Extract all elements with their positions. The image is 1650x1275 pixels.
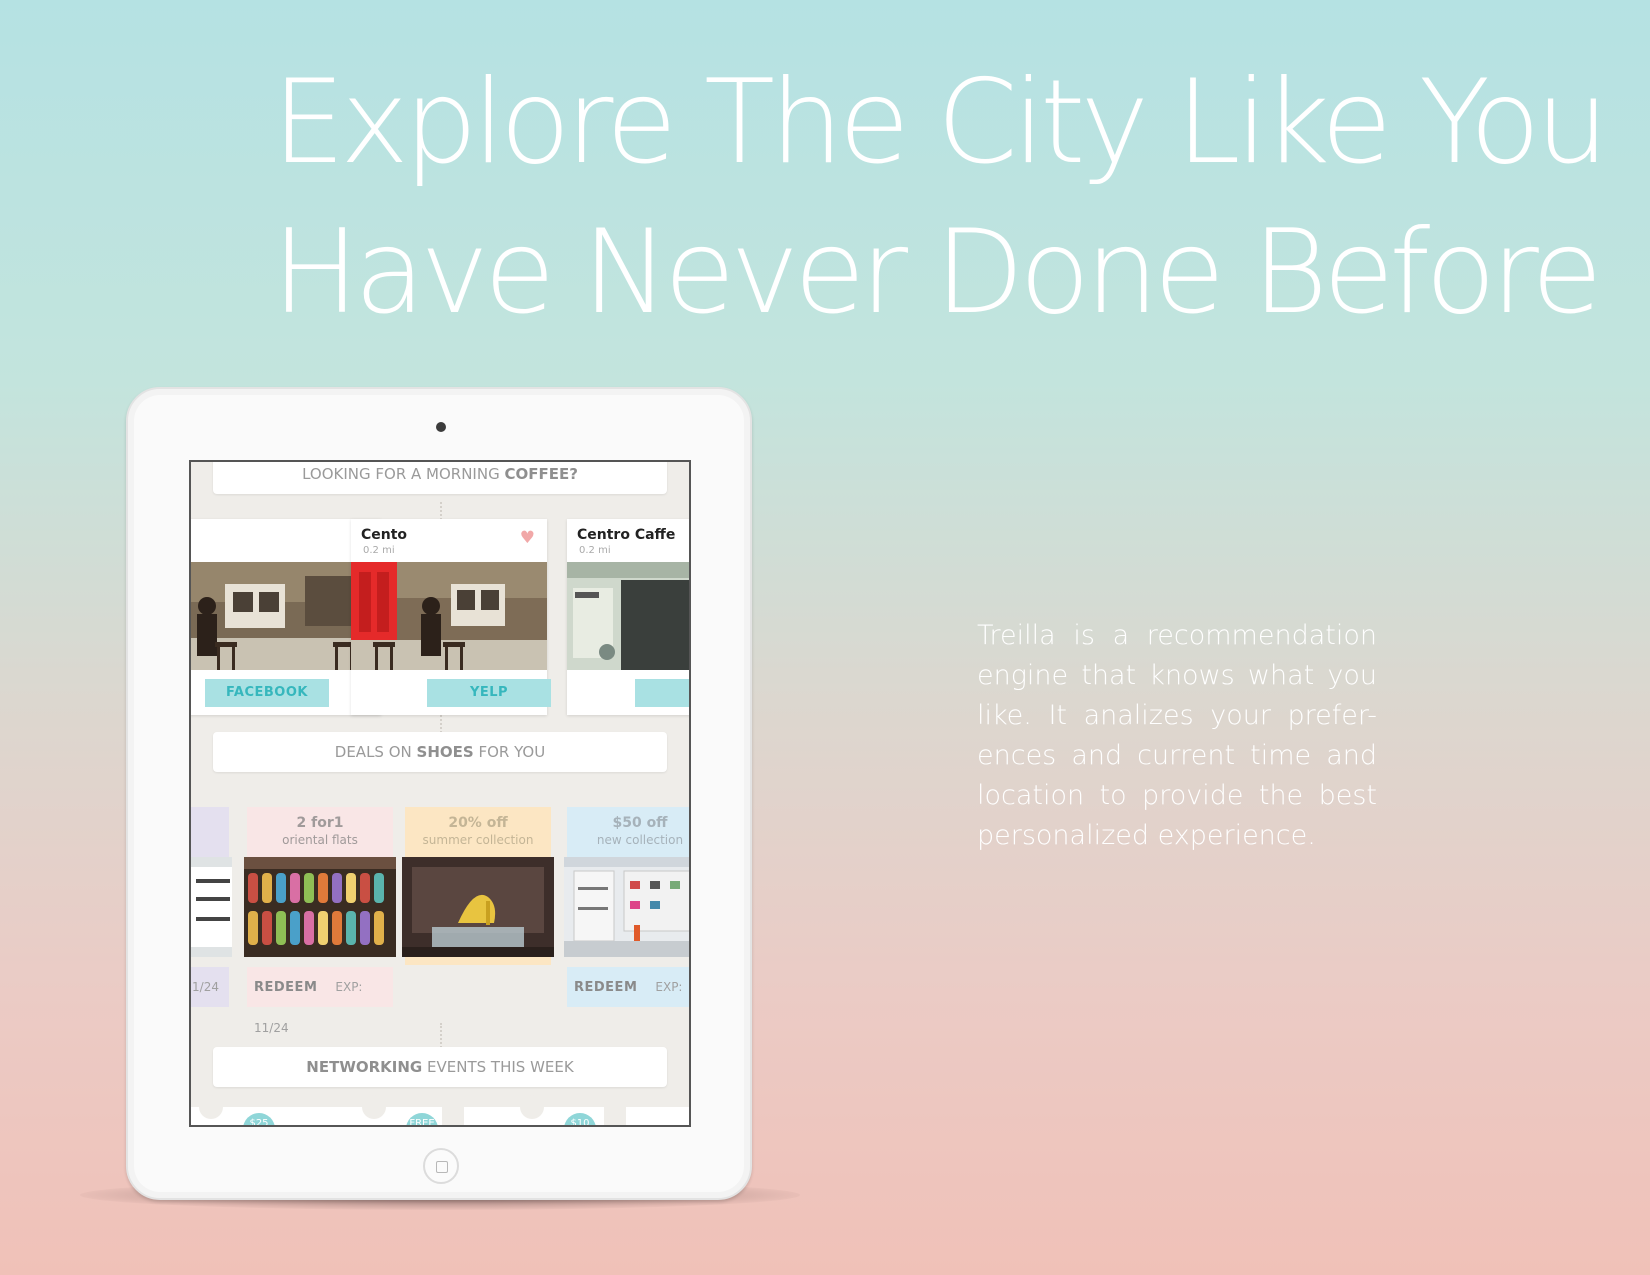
event-price: $10 <box>564 1113 596 1125</box>
section-header-coffee[interactable]: LOOKING FOR A MORNING COFFEE? <box>213 462 667 494</box>
deal-header: 20% off summer collection <box>405 807 551 859</box>
deal-photo <box>191 857 232 957</box>
event-card[interactable]: FREE <box>302 1095 442 1125</box>
place-photo <box>351 562 547 670</box>
home-button[interactable] <box>423 1148 459 1184</box>
place-name: Centro Caffe <box>577 527 676 543</box>
deal-title: 2 for1 <box>296 815 344 831</box>
section-header-text: EVENTS THIS WEEK <box>422 1058 574 1076</box>
app-screen: LOOKING FOR A MORNING COFFEE? ♥ <box>189 460 691 1127</box>
deal-title: $50 off <box>612 815 668 831</box>
section-header-networking[interactable]: NETWORKING EVENTS THIS WEEK <box>213 1047 667 1087</box>
deal-expiry: EXP: <box>655 980 683 994</box>
deal-footer: REDEEM EXP: 11/24 <box>247 967 393 1035</box>
place-distance: 0.2 mi <box>363 545 395 556</box>
deal-card[interactable]: $50 off new collection REDEEM EXP: <box>564 807 689 1013</box>
place-card-centro-caffe[interactable]: Centro Caffe 0.2 mi <box>567 519 689 715</box>
ticket-notch <box>199 1095 223 1119</box>
deal-header <box>191 807 229 859</box>
deal-expiry: 11/24 <box>191 980 219 994</box>
deal-photo <box>402 857 554 957</box>
source-tag-yelp[interactable]: YELP <box>427 679 551 707</box>
deal-subtitle: summer collection <box>422 833 534 847</box>
event-card[interactable] <box>626 1107 689 1125</box>
section-header-emphasis: COFFEE? <box>504 465 578 483</box>
deal-subtitle: oriental flats <box>282 833 358 847</box>
heart-icon[interactable]: ♥ <box>520 530 535 547</box>
deal-photo <box>564 857 689 957</box>
source-tag-facebook[interactable]: FACEBOOK <box>205 679 329 707</box>
event-price: FREE <box>406 1113 438 1125</box>
source-tag[interactable] <box>635 679 689 707</box>
headline-line-2: Have Never Done Before <box>272 205 1603 340</box>
deal-footer <box>405 957 551 965</box>
deal-title: 20% off <box>448 815 508 831</box>
headline-line-1: Explore The City Like You <box>272 55 1609 190</box>
camera-icon <box>436 422 446 432</box>
deal-card[interactable]: 11/24 <box>191 807 232 1013</box>
product-description: Treilla is a recommendation engine that … <box>977 620 1377 851</box>
place-distance: 0.2 mi <box>579 545 611 556</box>
section-header-text: FOR YOU <box>473 743 546 761</box>
deal-header: 2 for1 oriental flats <box>247 807 393 859</box>
section-header-emphasis: SHOES <box>416 743 474 761</box>
redeem-button[interactable]: REDEEM <box>574 980 637 995</box>
deal-card[interactable]: 2 for1 oriental flats REDEEM EXP: 11/24 <box>244 807 396 1035</box>
section-header-emphasis: NETWORKING <box>306 1058 423 1076</box>
place-card-cento[interactable]: Cento 0.2 mi ♥ YELP <box>351 519 551 715</box>
place-photo <box>567 562 689 670</box>
tablet-device: LOOKING FOR A MORNING COFFEE? ♥ <box>126 387 752 1200</box>
headline: Explore The City Like You Have Never Don… <box>272 48 1609 348</box>
event-price: $25 <box>243 1113 275 1125</box>
deal-subtitle: new collection <box>596 833 684 847</box>
section-header-text: LOOKING FOR A MORNING <box>302 465 505 483</box>
section-header-shoes[interactable]: DEALS ON SHOES FOR YOU <box>213 732 667 772</box>
place-name: Cento <box>361 527 408 543</box>
section-header-text: DEALS ON <box>334 743 417 761</box>
deal-photo <box>244 857 396 957</box>
deal-card[interactable]: 20% off summer collection <box>402 807 554 967</box>
ticket-notch <box>362 1095 386 1119</box>
redeem-button[interactable]: REDEEM <box>254 980 317 995</box>
event-card[interactable]: $10 <box>464 1095 604 1125</box>
deal-header: $50 off new collection <box>567 807 689 859</box>
divider <box>440 502 442 520</box>
ticket-notch <box>520 1095 544 1119</box>
deal-footer: REDEEM EXP: <box>567 967 689 1007</box>
deal-footer: 11/24 <box>191 967 229 1007</box>
